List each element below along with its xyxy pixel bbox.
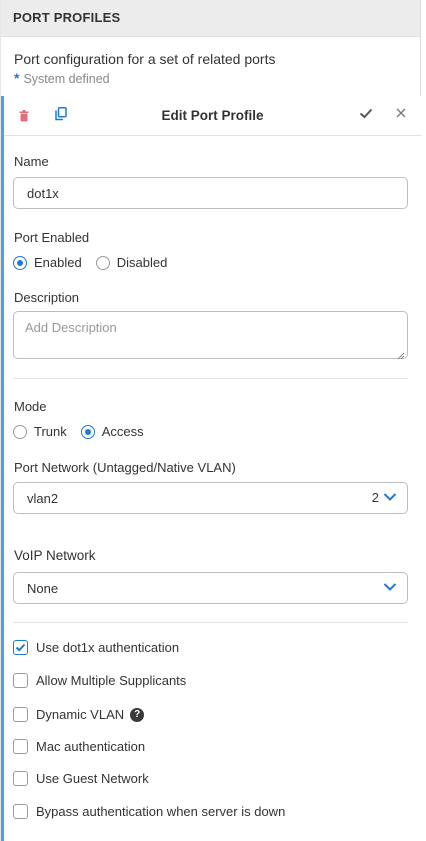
name-label: Name (14, 154, 49, 169)
chevron-down-icon[interactable] (383, 490, 397, 505)
close-icon[interactable] (393, 105, 409, 126)
port-enabled-option-enabled[interactable]: Enabled (13, 255, 82, 270)
radio-unselected-icon[interactable] (13, 424, 27, 439)
port-enabled-option-disabled[interactable]: Disabled (95, 255, 168, 270)
section-divider (13, 622, 408, 623)
checkbox-unchecked-icon[interactable] (13, 771, 28, 786)
section-divider (13, 378, 408, 379)
checkbox-label: Mac authentication (36, 739, 146, 754)
checkbox-label: Dynamic VLAN (36, 707, 125, 722)
panel-header: PORT PROFILES (1, 0, 420, 37)
voip-network-value: None (27, 581, 59, 596)
help-icon[interactable]: ? (130, 707, 145, 722)
vlan-id: 2 (371, 490, 379, 505)
port-network-suffix: 2 (372, 490, 397, 505)
port-enabled-radio-group: Enabled Disabled (13, 255, 181, 270)
port-network-select[interactable]: vlan2 2 (13, 482, 408, 514)
asterisk-icon: * (14, 70, 20, 86)
option-label: Enabled (34, 255, 82, 270)
radio-selected-icon[interactable] (80, 424, 95, 439)
resize-handle-icon[interactable] (397, 348, 405, 360)
voip-network-select[interactable]: None (13, 572, 408, 604)
chevron-down-icon[interactable] (383, 580, 397, 595)
checkbox-allow-multiple-supplicants[interactable]: Allow Multiple Supplicants (13, 673, 186, 688)
system-defined-note: * System defined (14, 70, 407, 86)
radio-selected-icon[interactable] (13, 255, 27, 270)
system-defined-label: System defined (23, 72, 110, 86)
checkbox-label: Use Guest Network (36, 771, 149, 786)
voip-network-label: VoIP Network (14, 548, 96, 563)
mode-radio-group: Trunk Access (13, 424, 158, 439)
checkbox-mac-authentication[interactable]: Mac authentication (13, 739, 145, 754)
checkbox-unchecked-icon[interactable] (13, 673, 28, 688)
checkbox-label: Bypass authentication when server is dow… (36, 804, 286, 819)
radio-unselected-icon[interactable] (95, 255, 110, 270)
port-network-label: Port Network (Untagged/Native VLAN) (14, 460, 236, 475)
intro-description: Port configuration for a set of related … (14, 51, 276, 67)
option-label: Access (101, 424, 144, 439)
option-label: Disabled (116, 255, 168, 270)
mode-option-access[interactable]: Access (80, 424, 144, 439)
name-input[interactable]: dot1x (13, 177, 408, 209)
voip-network-suffix (383, 580, 397, 595)
description-placeholder: Add Description (25, 320, 117, 335)
checkbox-use-guest-network[interactable]: Use Guest Network (13, 771, 149, 786)
mode-label: Mode (14, 399, 47, 414)
description-textarea[interactable]: Add Description (13, 311, 408, 360)
option-label: Trunk (34, 424, 67, 439)
checkbox-unchecked-icon[interactable] (13, 804, 28, 819)
description-label: Description (14, 290, 80, 305)
checkbox-unchecked-icon[interactable] (13, 739, 28, 754)
checkbox-bypass-authentication[interactable]: Bypass authentication when server is dow… (13, 804, 285, 819)
panel-title: PORT PROFILES (13, 10, 121, 25)
checkbox-unchecked-icon[interactable] (13, 707, 28, 722)
checkbox-dynamic-vlan[interactable]: Dynamic VLAN ? (13, 707, 145, 722)
check-icon[interactable] (358, 105, 374, 126)
checkbox-dot1x-authentication[interactable]: Use dot1x authentication (13, 640, 179, 655)
port-network-value: vlan2 (27, 491, 59, 506)
intro-section: Port configuration for a set of related … (1, 37, 420, 92)
checkbox-label: Allow Multiple Supplicants (36, 673, 187, 688)
checkbox-label: Use dot1x authentication (36, 640, 180, 655)
checkbox-checked-icon[interactable] (13, 640, 28, 655)
mode-option-trunk[interactable]: Trunk (13, 424, 67, 439)
port-enabled-label: Port Enabled (14, 230, 90, 245)
edit-header: Edit Port Profile (4, 96, 421, 136)
